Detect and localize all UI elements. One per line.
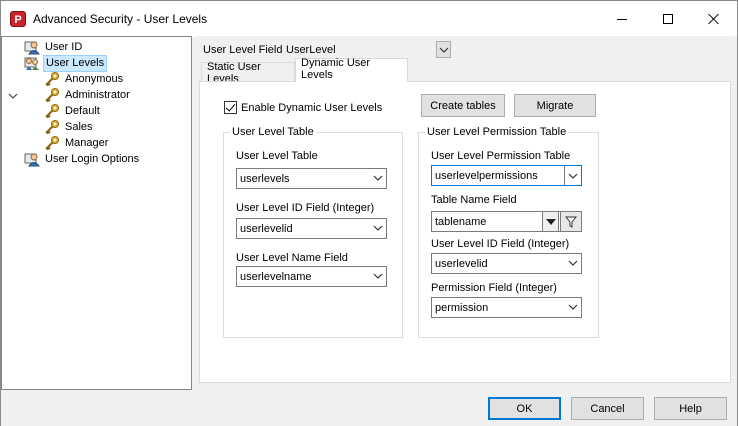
group-title: User Level Permission Table (425, 126, 569, 138)
tree-item-default[interactable]: Default (44, 103, 102, 119)
tab-label: Dynamic User Levels (301, 56, 371, 81)
user-level-id-field-label: User Level ID Field (Integer) (236, 202, 375, 214)
user-level-name-field-label: User Level Name Field (236, 252, 348, 264)
chevron-down-icon (568, 260, 578, 266)
user-levels-icon (24, 55, 40, 71)
combo-value: userlevels (240, 172, 290, 185)
user-id-icon (24, 39, 40, 55)
chevron-down-icon (373, 273, 383, 279)
chevron-down-icon (373, 175, 383, 181)
help-button[interactable]: Help (654, 397, 727, 420)
permission-table-label: User Level Permission Table (431, 150, 571, 162)
chevron-down-icon (568, 304, 578, 310)
button-label: Migrate (536, 99, 574, 112)
tree-item-label: Sales (65, 120, 93, 133)
user-level-name-field-combo[interactable]: userlevelname (236, 266, 387, 287)
button-label: Help (679, 402, 702, 415)
user-level-permission-table-group: User Level Permission Table User Level P… (418, 126, 599, 338)
group-title: User Level Table (230, 126, 316, 138)
ok-button[interactable]: OK (488, 397, 561, 420)
combo-dropdown-button[interactable] (564, 166, 581, 185)
tree-item-label: Manager (65, 136, 109, 149)
user-level-field-value: UserLevel (286, 44, 336, 56)
minimize-icon (617, 18, 627, 20)
minimize-button[interactable] (599, 1, 645, 37)
button-label: OK (516, 402, 533, 415)
key-icon (44, 71, 60, 87)
tree-item-label: User ID (45, 40, 83, 53)
combo-value: userlevelid (240, 222, 293, 235)
filter-button[interactable] (560, 211, 582, 232)
combo-value: permission (435, 301, 489, 314)
key-icon (44, 119, 60, 135)
key-icon (44, 87, 60, 103)
tree-item-anonymous[interactable]: Anonymous (44, 71, 125, 87)
key-icon (44, 103, 60, 119)
tree-item-user-id[interactable]: User ID (24, 39, 84, 55)
window-title: Advanced Security - User Levels (33, 12, 208, 26)
user-level-field-dropdown[interactable] (436, 41, 451, 58)
key-icon (44, 135, 60, 151)
chevron-down-icon (439, 47, 448, 53)
tree-item-label: Administrator (65, 88, 130, 101)
settings-tree[interactable]: User ID User Levels Anonymous Administra… (1, 36, 192, 390)
tree-item-user-levels[interactable]: User Levels (24, 54, 108, 72)
permission-table-combo[interactable]: userlevelpermissions (431, 165, 582, 186)
combo-value: userlevelpermissions (435, 169, 538, 182)
combo-value: userlevelname (240, 270, 312, 283)
dialog-window: P Advanced Security - User Levels User I… (0, 0, 738, 426)
button-label: Create tables (430, 99, 496, 112)
permission-user-level-id-combo[interactable]: userlevelid (431, 253, 582, 274)
user-login-icon (24, 151, 40, 167)
maximize-icon (663, 14, 673, 24)
tree-item-label: User Levels (43, 54, 108, 72)
tree-item-label: User Login Options (45, 152, 140, 165)
tree-item-label: Anonymous (65, 72, 124, 85)
enable-dynamic-user-levels-checkbox[interactable]: Enable Dynamic User Levels (224, 101, 382, 114)
chevron-down-icon[interactable] (8, 91, 18, 101)
user-level-table-label: User Level Table (236, 150, 318, 162)
permission-field-combo[interactable]: permission (431, 297, 582, 318)
table-name-dropdown-button[interactable] (542, 211, 559, 232)
user-level-id-field-combo[interactable]: userlevelid (236, 218, 387, 239)
checkbox-checked[interactable] (224, 101, 237, 114)
migrate-button[interactable]: Migrate (514, 94, 596, 117)
permission-user-level-id-label: User Level ID Field (Integer) (431, 238, 570, 250)
tree-item-manager[interactable]: Manager (44, 135, 110, 151)
button-label: Cancel (590, 402, 625, 415)
cancel-button[interactable]: Cancel (571, 397, 644, 420)
close-icon (708, 13, 720, 25)
close-button[interactable] (691, 1, 737, 37)
dynamic-user-levels-panel: Enable Dynamic User Levels Create tables… (199, 81, 731, 383)
user-level-table-combo[interactable]: userlevels (236, 168, 387, 189)
chevron-down-icon (373, 225, 383, 231)
user-level-table-group: User Level Table User Level Table userle… (223, 126, 403, 338)
permission-field-label: Permission Field (Integer) (431, 282, 557, 294)
title-bar[interactable]: P Advanced Security - User Levels (1, 1, 737, 37)
tab-dynamic-user-levels[interactable]: Dynamic User Levels (295, 56, 408, 82)
tab-static-user-levels[interactable]: Static User Levels (201, 61, 295, 85)
checkbox-label: Enable Dynamic User Levels (241, 101, 383, 114)
dialog-footer: OK Cancel Help (1, 390, 737, 426)
maximize-button[interactable] (645, 1, 691, 37)
app-icon: P (10, 11, 26, 27)
tree-item-administrator[interactable]: Administrator (44, 87, 132, 103)
chevron-down-icon (568, 173, 578, 179)
user-level-field-label: User Level Field (203, 44, 283, 56)
tree-item-label: Default (65, 104, 100, 117)
table-name-field-label: Table Name Field (431, 194, 517, 206)
content-pane: User Level Field UserLevel Static User L… (196, 36, 734, 390)
filter-icon (565, 216, 577, 228)
tree-item-user-login-options[interactable]: User Login Options (24, 151, 141, 167)
combo-value: userlevelid (435, 257, 488, 270)
tree-item-sales[interactable]: Sales (44, 119, 95, 135)
combo-value: tablename (435, 215, 487, 228)
create-tables-button[interactable]: Create tables (421, 94, 505, 117)
caret-down-icon (545, 218, 556, 225)
